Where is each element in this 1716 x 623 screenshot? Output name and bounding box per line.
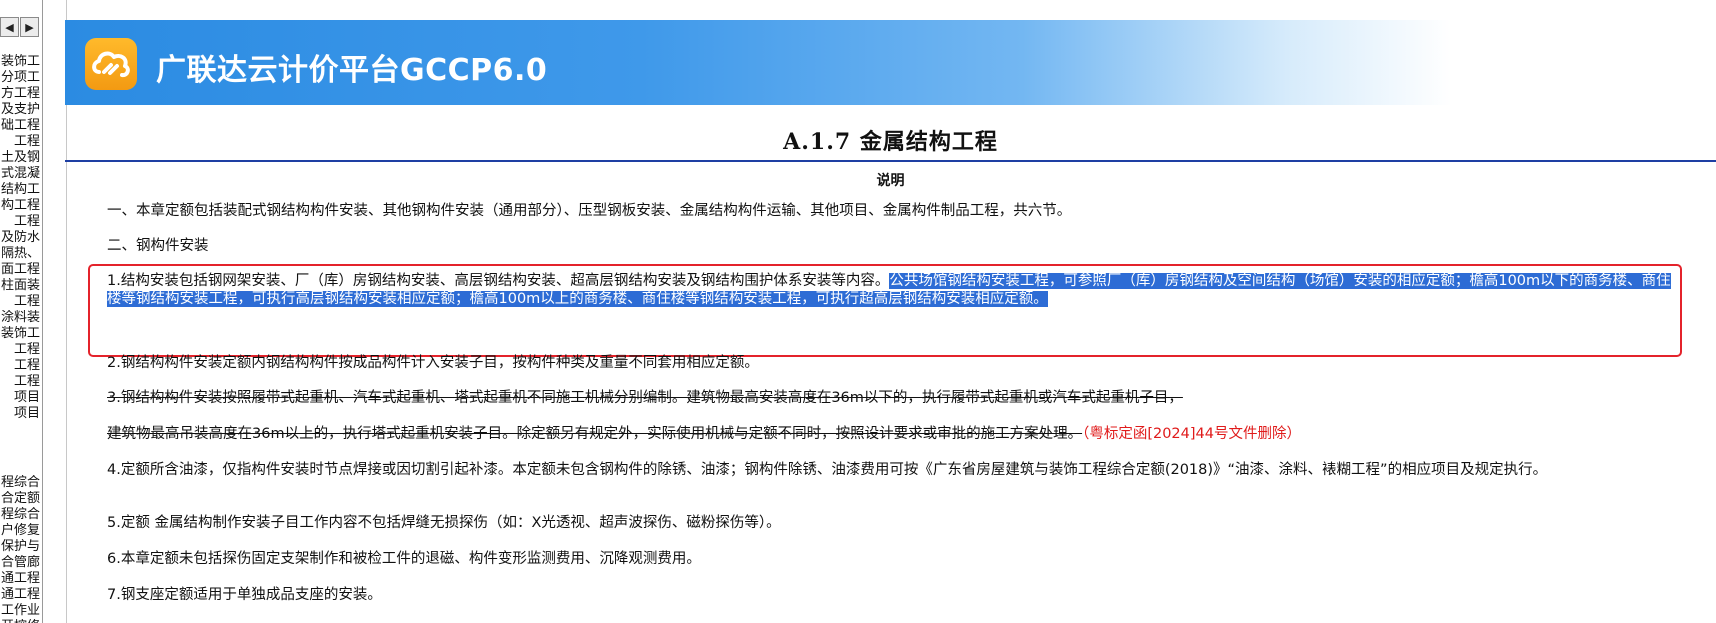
tree-item[interactable]: 开挖修 — [0, 619, 40, 623]
tree-item[interactable]: 装饰工 — [0, 326, 40, 342]
paragraph-7: 4.定额所含油漆，仅指构件安装时节点焊接或因切割引起补漆。本定额未包含钢构件的除… — [107, 462, 1548, 478]
paragraph-4: 2.钢结构构件安装定额内钢结构构件按成品构件计入安装子目，按构件种类及重量不同套… — [107, 355, 759, 371]
next-arrow-icon[interactable]: ▶ — [20, 17, 39, 37]
deleted-text: 建筑物最高吊装高度在36m以上的，执行塔式起重机安装子目。除定额另有规定外，实际… — [107, 426, 1083, 442]
tree-item[interactable]: 项目 — [0, 406, 40, 422]
app-title: 广联达云计价平台GCCP6.0 — [156, 53, 548, 88]
tree-item[interactable]: 分项工 — [0, 70, 40, 86]
tree-item[interactable]: 面工程 — [0, 262, 40, 278]
page-title: A.1.7 金属结构工程 — [783, 129, 998, 155]
annotation-box — [88, 264, 1682, 357]
tree-item[interactable]: 、隔热 — [0, 246, 40, 262]
tree-item[interactable]: 项目 — [0, 390, 40, 406]
tree-item[interactable]: 工程 — [0, 214, 40, 230]
cloud-logo-icon — [85, 38, 137, 90]
tree-item[interactable]: 工程 — [0, 134, 40, 150]
tree-item[interactable]: 涂料装 — [0, 310, 40, 326]
tree-item[interactable]: 工作业 — [0, 603, 40, 619]
tree-item[interactable]: 程综合 — [0, 507, 40, 523]
tree-item[interactable]: 合管廊 — [0, 555, 40, 571]
paragraph-2: 二、钢构件安装 — [107, 238, 209, 254]
tree-item[interactable]: 户修复 — [0, 523, 40, 539]
app-banner: 广联达云计价平台GCCP6.0 — [65, 20, 1716, 105]
tree-item[interactable]: 通工程 — [0, 587, 40, 603]
tree-item[interactable]: 工程 — [0, 294, 40, 310]
tree-item[interactable]: 构工程 — [0, 198, 40, 214]
tree-item[interactable]: 式混凝 — [0, 166, 40, 182]
paragraph-9: 6.本章定额未包括探伤固定支架制作和被检工件的退磁、构件变形监测费用、沉降观测费… — [107, 551, 701, 567]
title-divider — [65, 160, 1716, 162]
prev-arrow-icon[interactable]: ◀ — [0, 17, 19, 37]
paragraph-8: 5.定额 金属结构制作安装子目工作内容不包括焊缝无损探伤（如：X光透视、超声波探… — [107, 515, 781, 531]
tree-item[interactable]: 工程 — [0, 342, 40, 358]
tree-item[interactable]: 工程 — [0, 374, 40, 390]
tree-pane: ◀ ▶ 装饰工 分项工 方工程 及支护 础工程 工程 土及钢 式混凝 结构工 构工程 工程 及防水 、隔… — [0, 0, 43, 623]
section-heading: 说明 — [876, 173, 905, 189]
paragraph-6: 建筑物最高吊装高度在36m以上的，执行塔式起重机安装子目。除定额另有规定外，实际… — [107, 425, 1677, 443]
tree-item[interactable]: 合定额 — [0, 491, 40, 507]
tree-item[interactable]: 及支护 — [0, 102, 40, 118]
deletion-note: （粤标定函[2024]44号文件删除） — [1082, 426, 1301, 442]
tree-item[interactable]: 保护与 — [0, 539, 40, 555]
paragraph-5: 3.钢结构构件安装按照履带式起重机、汽车式起重机、塔式起重机不同施工机械分别编制… — [107, 390, 1183, 406]
tree-nav: ◀ ▶ — [0, 17, 42, 39]
tree-item[interactable]: 方工程 — [0, 86, 40, 102]
tree-item[interactable]: 装饰工 — [0, 54, 40, 70]
tree-item[interactable]: 土及钢 — [0, 150, 40, 166]
tree-item[interactable]: 程综合 — [0, 475, 40, 491]
tree-item[interactable]: 及防水 — [0, 230, 40, 246]
tree-item[interactable]: 结构工 — [0, 182, 40, 198]
tree-item[interactable]: 础工程 — [0, 118, 40, 134]
tree-list: 装饰工 分项工 方工程 及支护 础工程 工程 土及钢 式混凝 结构工 构工程 工程 及防水 、隔热 面工程… — [0, 54, 40, 623]
paragraph-10: 7.钢支座定额适用于单独成品支座的安装。 — [107, 587, 382, 603]
tree-gap — [0, 422, 40, 475]
tree-item[interactable]: 柱面装 — [0, 278, 40, 294]
paragraph-1: 一、本章定额包括装配式钢结构构件安装、其他钢构件安装（通用部分）、压型钢板安装、… — [107, 203, 1072, 219]
tree-item[interactable]: 工程 — [0, 358, 40, 374]
tree-item[interactable]: 通工程 — [0, 571, 40, 587]
